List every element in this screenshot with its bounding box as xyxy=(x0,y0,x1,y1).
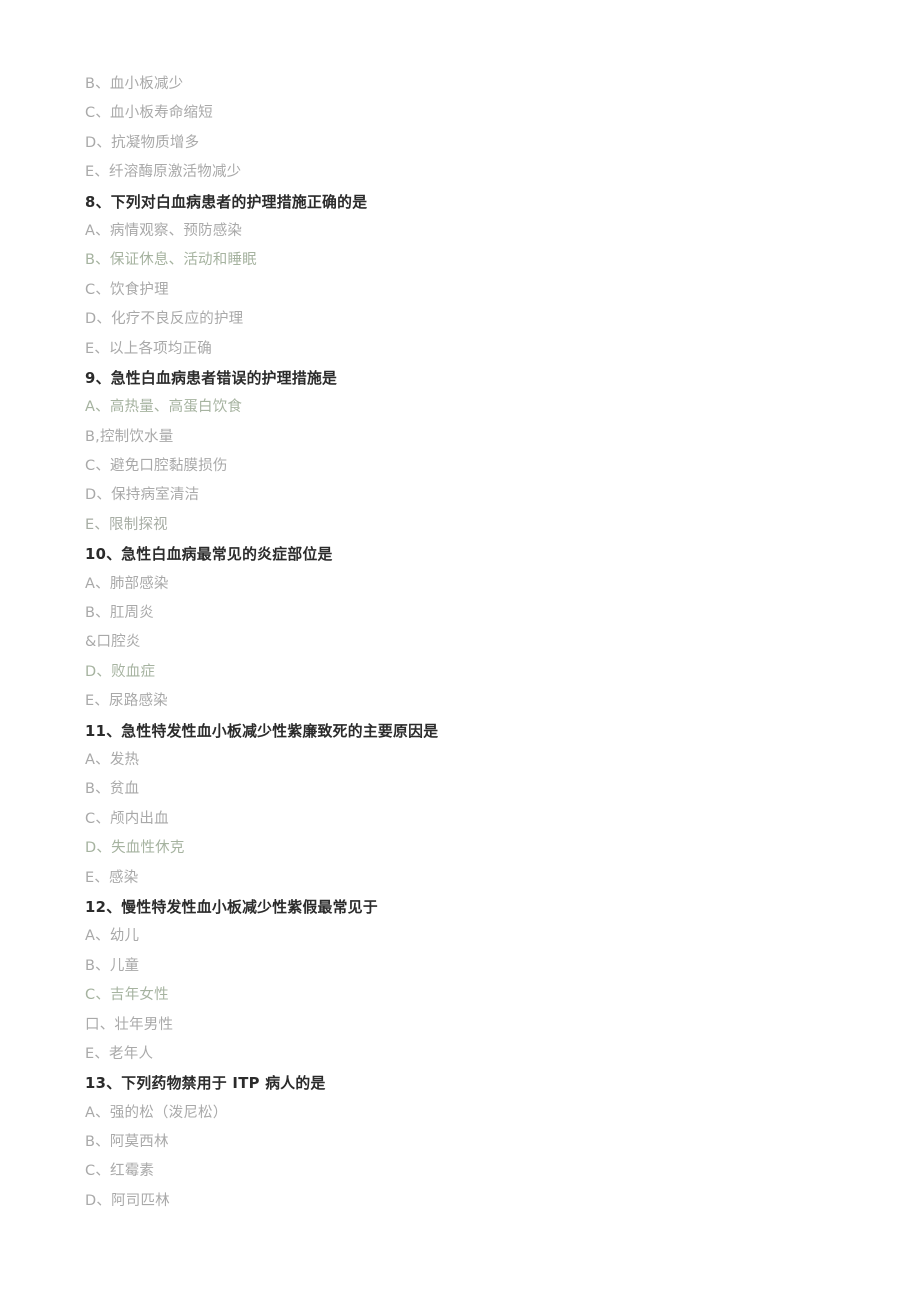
answer-option: E、限制探视 xyxy=(85,516,168,533)
answer-option: D、阿司匹林 xyxy=(85,1192,170,1209)
answer-option: B、贫血 xyxy=(85,781,140,798)
answer-option: C、红霉素 xyxy=(85,1163,155,1180)
answer-option: B、肛周炎 xyxy=(85,605,154,622)
answer-option: D、抗凝物质增多 xyxy=(85,134,200,151)
question-heading: 10、急性白血病最常见的炎症部位是 xyxy=(85,546,333,564)
question-heading: 11、急性特发性血小板减少性紫廉致死的主要原因是 xyxy=(85,722,439,740)
answer-option: B、血小板减少 xyxy=(85,76,184,92)
question-heading: 12、慢性特发性血小板减少性紫假最常见于 xyxy=(85,898,378,916)
exam-question-list: B、血小板减少 C、血小板寿命缩短 D、抗凝物质增多 E、纤溶酶原激活物减少 8、下列对… xyxy=(85,70,865,1216)
answer-option: C、饮食护理 xyxy=(85,281,169,298)
answer-option: E、以上各项均正确 xyxy=(85,340,212,357)
answer-option: A、病情观察、预防感染 xyxy=(85,222,243,239)
answer-option: D、化疗不良反应的护理 xyxy=(85,311,244,328)
answer-option: B、保证休息、活动和睡眠 xyxy=(85,252,257,269)
answer-option: C、吉年女性 xyxy=(85,987,169,1004)
answer-option: D、失血性休克 xyxy=(85,840,185,857)
answer-option: E、老年人 xyxy=(85,1045,154,1062)
question-heading: 9、急性白血病患者错误的护理措施是 xyxy=(85,369,338,387)
answer-option: A、肺部感染 xyxy=(85,575,169,592)
answer-option: B,控制饮水量 xyxy=(85,428,174,445)
answer-option: D、败血症 xyxy=(85,663,156,680)
answer-option: 口、壮年男性 xyxy=(85,1016,174,1033)
answer-option: B、阿莫西林 xyxy=(85,1134,169,1151)
answer-option: D、保持病室清洁 xyxy=(85,487,200,504)
answer-option: A、高热量、高蛋白饮食 xyxy=(85,399,243,416)
answer-option: A、发热 xyxy=(85,751,140,768)
question-heading: 13、下列药物禁用于 ITP 病人的是 xyxy=(85,1075,326,1093)
answer-option: C、避免口腔黏膜损伤 xyxy=(85,458,228,475)
question-heading: 8、下列对白血病患者的护理措施正确的是 xyxy=(85,193,368,211)
answer-option: B、儿童 xyxy=(85,957,140,974)
answer-option: &口腔炎 xyxy=(85,634,141,651)
answer-option: E、感染 xyxy=(85,869,139,886)
document-page: B、血小板减少 C、血小板寿命缩短 D、抗凝物质增多 E、纤溶酶原激活物减少 8、下列对… xyxy=(0,0,920,1302)
answer-option: C、颅内出血 xyxy=(85,810,169,827)
answer-option: A、强的松（泼尼松） xyxy=(85,1104,228,1121)
answer-option: C、血小板寿命缩短 xyxy=(85,105,213,122)
answer-option: E、纤溶酶原激活物减少 xyxy=(85,164,242,181)
answer-option: E、尿路感染 xyxy=(85,693,168,710)
answer-option: A、幼儿 xyxy=(85,928,140,945)
